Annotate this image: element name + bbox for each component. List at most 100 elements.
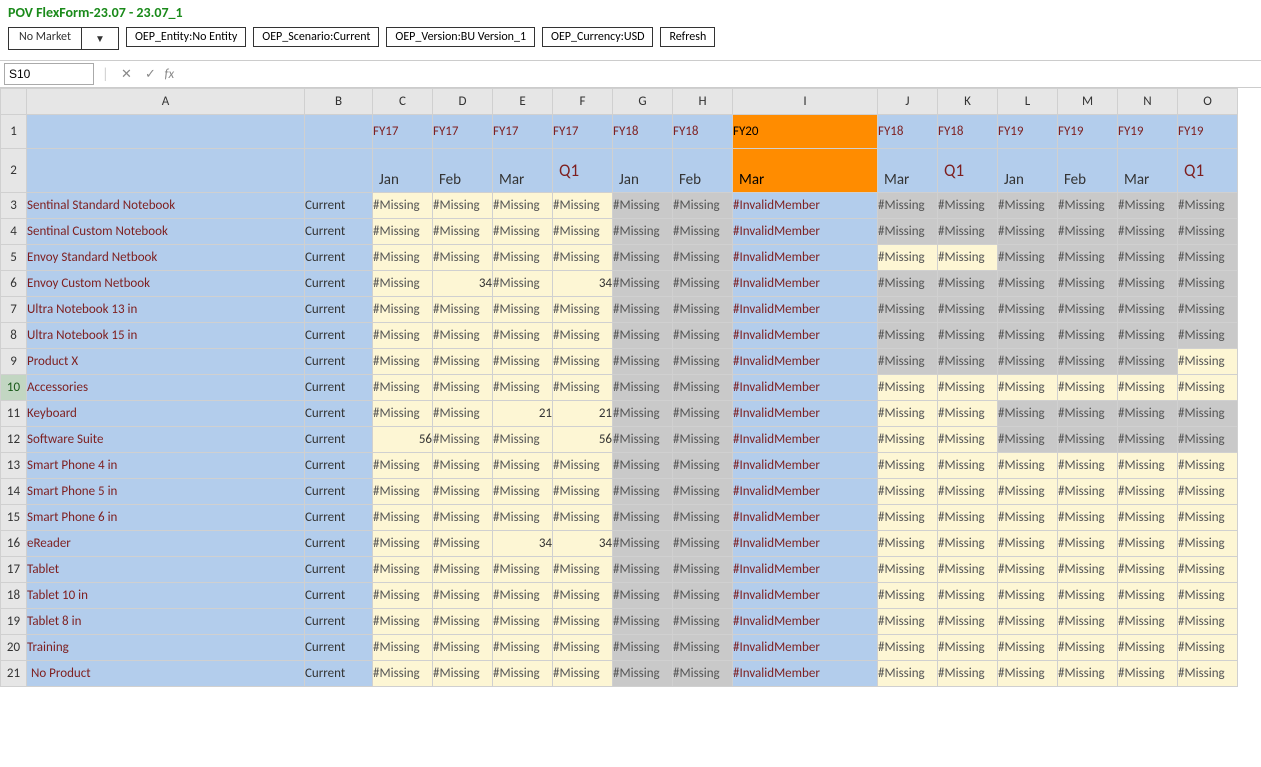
product-cell[interactable]: eReader bbox=[27, 531, 305, 557]
cell[interactable]: #Missing bbox=[553, 245, 613, 271]
cell[interactable]: 34 bbox=[433, 271, 493, 297]
cell[interactable]: #Missing bbox=[493, 661, 553, 687]
cell[interactable]: 34 bbox=[553, 531, 613, 557]
cell[interactable]: #Missing bbox=[673, 193, 733, 219]
cell[interactable]: #Missing bbox=[1118, 219, 1178, 245]
cell[interactable]: #InvalidMember bbox=[733, 661, 878, 687]
cell[interactable]: #Missing bbox=[878, 453, 938, 479]
cell[interactable]: #Missing bbox=[373, 271, 433, 297]
col-header[interactable]: J bbox=[878, 89, 938, 115]
row-header[interactable]: 3 bbox=[1, 193, 27, 219]
cell[interactable]: #Missing bbox=[1058, 245, 1118, 271]
cell[interactable]: FY18 bbox=[878, 115, 938, 149]
cell[interactable]: #Missing bbox=[1058, 349, 1118, 375]
cell[interactable]: #Missing bbox=[613, 427, 673, 453]
cell[interactable]: #Missing bbox=[1178, 297, 1238, 323]
cell[interactable]: #Missing bbox=[373, 297, 433, 323]
cell[interactable]: #Missing bbox=[613, 661, 673, 687]
cell[interactable]: Current bbox=[305, 297, 373, 323]
cell[interactable]: #Missing bbox=[878, 245, 938, 271]
cell[interactable]: Feb bbox=[433, 149, 493, 193]
col-header[interactable]: F bbox=[553, 89, 613, 115]
pov-button-entity[interactable]: OEP_Entity:No Entity bbox=[126, 27, 246, 47]
cell[interactable]: #Missing bbox=[613, 609, 673, 635]
cell[interactable]: 21 bbox=[553, 401, 613, 427]
cell[interactable]: #Missing bbox=[1058, 661, 1118, 687]
product-cell[interactable]: Accessories bbox=[27, 375, 305, 401]
cell[interactable]: Mar bbox=[493, 149, 553, 193]
cell[interactable]: #Missing bbox=[553, 505, 613, 531]
cell[interactable]: #Missing bbox=[433, 557, 493, 583]
cell[interactable]: #Missing bbox=[673, 661, 733, 687]
row-header[interactable]: 11 bbox=[1, 401, 27, 427]
row-header[interactable]: 9 bbox=[1, 349, 27, 375]
cell[interactable]: #Missing bbox=[1058, 635, 1118, 661]
cell[interactable]: #Missing bbox=[673, 635, 733, 661]
cell[interactable]: #Missing bbox=[673, 219, 733, 245]
cell[interactable]: 21 bbox=[493, 401, 553, 427]
cell[interactable]: #Missing bbox=[938, 453, 998, 479]
cell[interactable]: #Missing bbox=[373, 375, 433, 401]
cell[interactable]: #Missing bbox=[878, 635, 938, 661]
cell[interactable]: #Missing bbox=[938, 609, 998, 635]
cell[interactable]: Jan bbox=[373, 149, 433, 193]
cell[interactable]: #Missing bbox=[673, 479, 733, 505]
cell[interactable]: #Missing bbox=[673, 297, 733, 323]
cell[interactable]: #Missing bbox=[1118, 427, 1178, 453]
cell[interactable]: #Missing bbox=[878, 531, 938, 557]
cell[interactable]: #Missing bbox=[373, 401, 433, 427]
cell[interactable]: #Missing bbox=[878, 505, 938, 531]
row-header[interactable]: 4 bbox=[1, 219, 27, 245]
cell[interactable]: 56 bbox=[553, 427, 613, 453]
product-cell[interactable]: Ultra Notebook 15 in bbox=[27, 323, 305, 349]
cell[interactable]: #Missing bbox=[433, 323, 493, 349]
cell[interactable]: #InvalidMember bbox=[733, 349, 878, 375]
cell[interactable]: FY19 bbox=[1178, 115, 1238, 149]
cell[interactable]: #Missing bbox=[553, 557, 613, 583]
cell[interactable]: #Missing bbox=[1178, 583, 1238, 609]
col-header[interactable]: L bbox=[998, 89, 1058, 115]
row-header[interactable]: 19 bbox=[1, 609, 27, 635]
cell[interactable]: #Missing bbox=[1118, 583, 1178, 609]
cell[interactable]: #InvalidMember bbox=[733, 323, 878, 349]
cell[interactable]: #Missing bbox=[938, 219, 998, 245]
pov-button-version[interactable]: OEP_Version:BU Version_1 bbox=[386, 27, 535, 47]
cell[interactable]: Current bbox=[305, 479, 373, 505]
cell[interactable]: Current bbox=[305, 583, 373, 609]
cell[interactable]: #Missing bbox=[373, 661, 433, 687]
cell[interactable]: #Missing bbox=[878, 583, 938, 609]
cell[interactable]: Current bbox=[305, 609, 373, 635]
cell[interactable]: #Missing bbox=[493, 349, 553, 375]
cell[interactable]: #InvalidMember bbox=[733, 453, 878, 479]
cell[interactable]: Current bbox=[305, 505, 373, 531]
cell[interactable]: Feb bbox=[673, 149, 733, 193]
cell[interactable]: FY20 bbox=[733, 115, 878, 149]
pov-combo[interactable]: No Market ▼ bbox=[8, 27, 119, 50]
cell[interactable]: #Missing bbox=[878, 349, 938, 375]
cell[interactable]: #InvalidMember bbox=[733, 297, 878, 323]
row-header[interactable]: 16 bbox=[1, 531, 27, 557]
cell[interactable]: #Missing bbox=[673, 323, 733, 349]
cell[interactable]: #Missing bbox=[1178, 271, 1238, 297]
cell[interactable]: #Missing bbox=[433, 531, 493, 557]
row-header[interactable]: 14 bbox=[1, 479, 27, 505]
row-header[interactable]: 6 bbox=[1, 271, 27, 297]
cell[interactable]: Mar bbox=[733, 149, 878, 193]
cell[interactable]: #Missing bbox=[493, 609, 553, 635]
cell[interactable]: Current bbox=[305, 427, 373, 453]
cell[interactable]: #Missing bbox=[613, 505, 673, 531]
cell[interactable]: #Missing bbox=[1118, 557, 1178, 583]
cell[interactable]: #Missing bbox=[433, 661, 493, 687]
cell[interactable]: #Missing bbox=[493, 453, 553, 479]
cell[interactable]: #Missing bbox=[433, 375, 493, 401]
cell[interactable]: #Missing bbox=[433, 505, 493, 531]
cell[interactable]: #Missing bbox=[493, 193, 553, 219]
cell[interactable]: #Missing bbox=[373, 349, 433, 375]
cell[interactable]: FY19 bbox=[1058, 115, 1118, 149]
cell[interactable]: #Missing bbox=[433, 479, 493, 505]
col-header[interactable]: C bbox=[373, 89, 433, 115]
cell[interactable]: #Missing bbox=[613, 193, 673, 219]
cell[interactable]: #Missing bbox=[998, 661, 1058, 687]
product-cell[interactable]: Envoy Standard Netbook bbox=[27, 245, 305, 271]
cell[interactable]: #Missing bbox=[938, 245, 998, 271]
